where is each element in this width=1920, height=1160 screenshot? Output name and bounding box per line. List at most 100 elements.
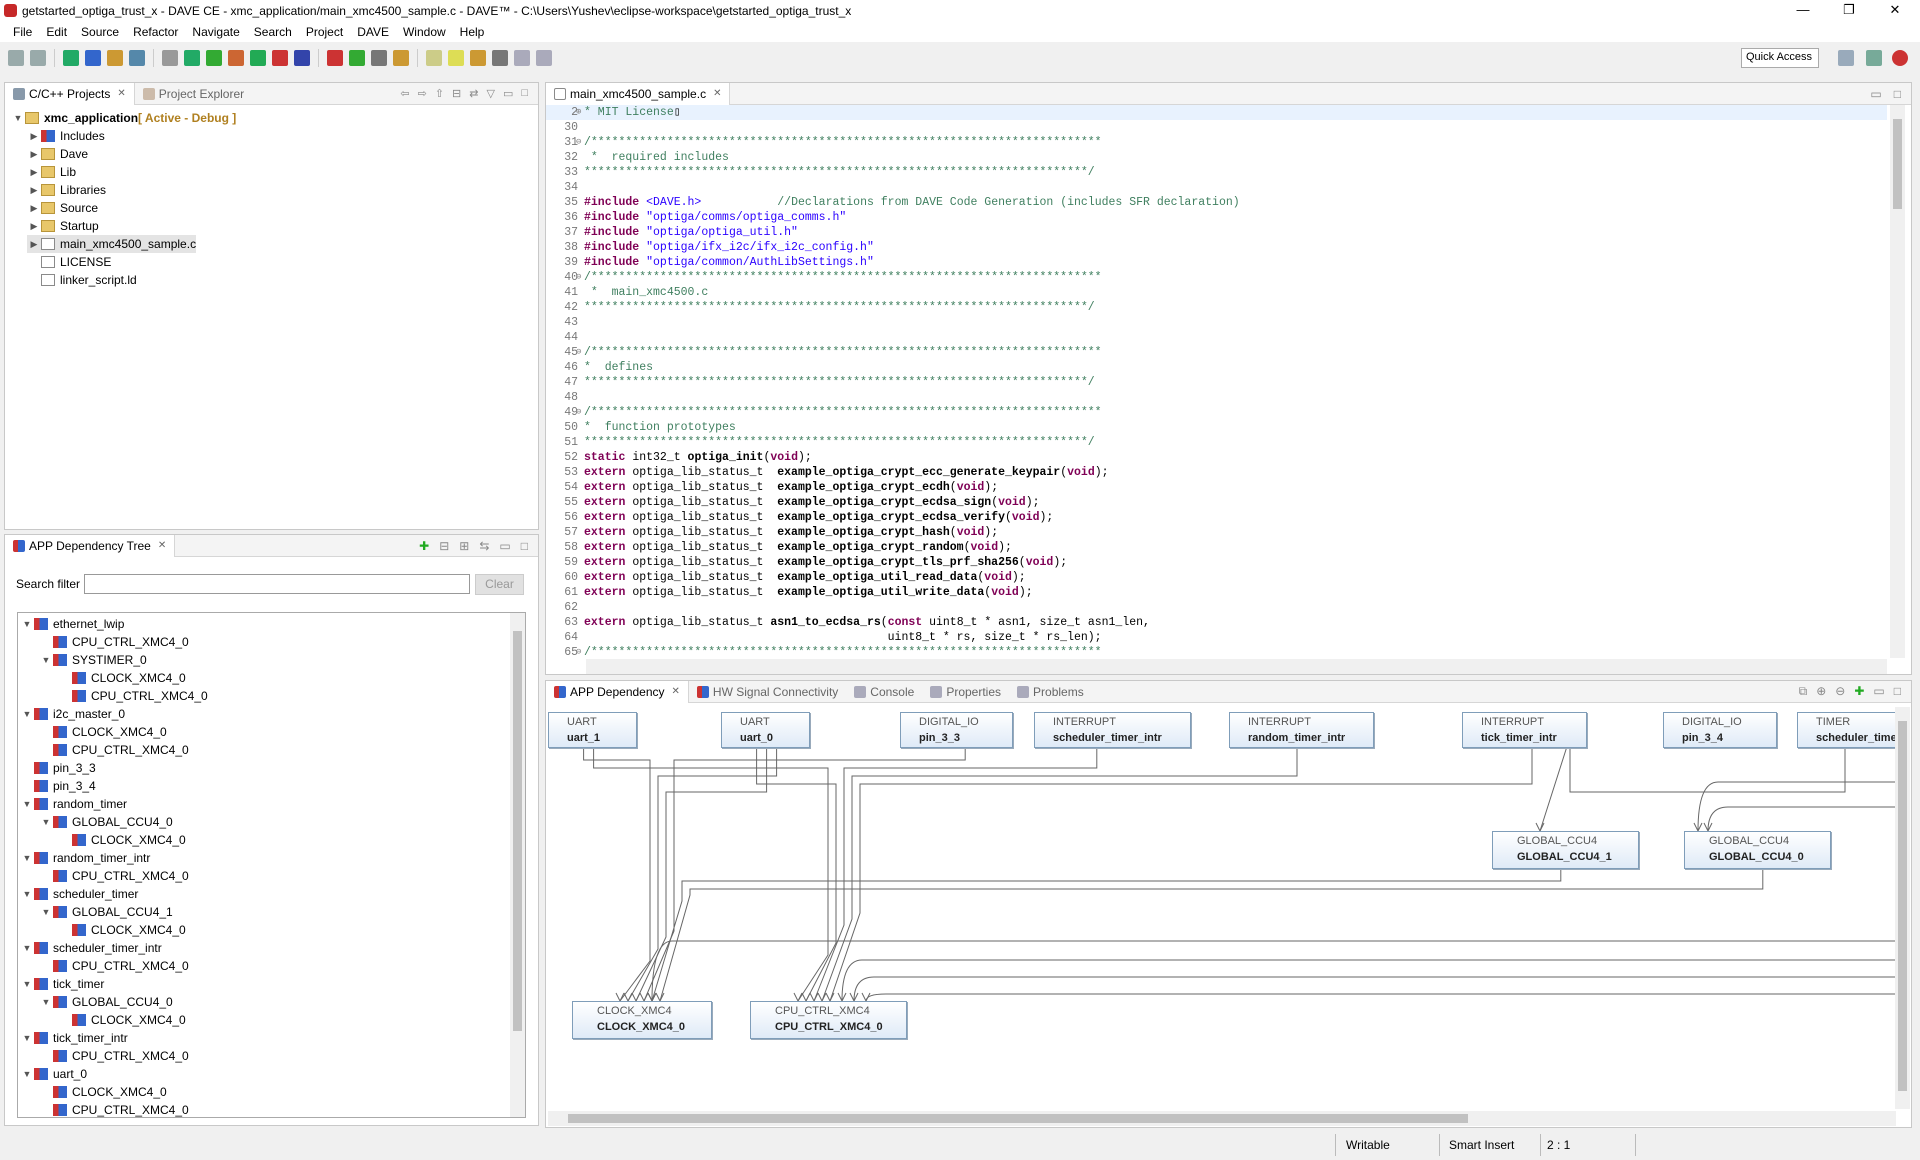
code-line[interactable]: 40 ⊖/************************************… (546, 270, 1887, 285)
code-line[interactable]: 46 * defines (546, 360, 1887, 375)
menu-navigate[interactable]: Navigate (185, 25, 246, 39)
code-line[interactable]: 65 ⊖/************************************… (546, 645, 1887, 658)
app-tree-item[interactable]: CPU_CTRL_XMC4_0 (39, 633, 189, 651)
tab-hw-signal-connectivity[interactable]: HW Signal Connectivity (689, 681, 846, 703)
app-tree-item[interactable]: CPU_CTRL_XMC4_0 (39, 1047, 189, 1065)
project-tree-item[interactable]: ▶ Source (27, 199, 99, 217)
app-tree-item[interactable]: ▼ random_timer (20, 795, 128, 813)
tree-scrollbar[interactable] (510, 613, 525, 1117)
layout-icon[interactable]: ⧉ (1799, 684, 1808, 699)
chevron-down-icon[interactable]: ▼ (39, 993, 53, 1011)
code-line[interactable]: 38 #include "optiga/ifx_i2c/ifx_i2c_confi… (546, 240, 1887, 255)
chevron-down-icon[interactable]: ▼ (11, 109, 25, 127)
menu-window[interactable]: Window (396, 25, 453, 39)
toolbar-button-icon[interactable] (85, 50, 101, 66)
code-editor[interactable]: 2 ⊕ * MIT License▯ 30 31 ⊖/******************… (546, 105, 1887, 658)
app-tree-item[interactable]: ▼ tick_timer (20, 975, 105, 993)
app-tree-item[interactable]: ▼ GLOBAL_CCU4_0 (39, 813, 173, 831)
code-line[interactable]: 56 extern optiga_lib_status_t example_opt… (546, 510, 1887, 525)
forward-icon[interactable]: ⇨ (418, 87, 427, 100)
tab-properties[interactable]: Properties (922, 681, 1009, 703)
minimize-view-icon[interactable]: ▭ (503, 87, 513, 100)
toolbar-button-icon[interactable] (514, 50, 530, 66)
code-line[interactable]: 37 #include "optiga/optiga_util.h" (546, 225, 1887, 240)
link-icon[interactable]: ⇆ (479, 539, 489, 553)
diagram-vertical-scrollbar[interactable] (1895, 707, 1910, 1109)
code-line[interactable]: 2 ⊕ * MIT License▯ (546, 105, 1887, 120)
chevron-right-icon[interactable]: ▶ (27, 145, 41, 163)
code-line[interactable]: 64 uint8_t * rs, size_t * rs_len); (546, 630, 1887, 645)
app-tree-item[interactable]: CPU_CTRL_XMC4_0 (39, 1101, 189, 1117)
code-line[interactable]: 33 **************************************… (546, 165, 1887, 180)
project-tree-item[interactable]: ▶ Startup (27, 217, 99, 235)
code-line[interactable]: 60 extern optiga_lib_status_t example_opt… (546, 570, 1887, 585)
toolbar-button-icon[interactable] (63, 50, 79, 66)
app-tree-item[interactable]: ▼ GLOBAL_CCU4_0 (39, 993, 173, 1011)
fold-collapse-icon[interactable]: ⊖ (576, 270, 581, 285)
toolbar-button-icon[interactable] (393, 50, 409, 66)
app-node-global-ccu4-1[interactable]: GLOBAL_CCU4 GLOBAL_CCU4_1 (1492, 831, 1639, 869)
app-tree-item[interactable]: CPU_CTRL_XMC4_0 (58, 687, 208, 705)
chevron-down-icon[interactable]: ▼ (20, 975, 34, 993)
code-line[interactable]: 44 (546, 330, 1887, 345)
toolbar-button-icon[interactable] (107, 50, 123, 66)
c-cpp-perspective-icon[interactable] (1866, 50, 1882, 66)
toolbar-button-icon[interactable] (492, 50, 508, 66)
tab-problems[interactable]: Problems (1009, 681, 1092, 703)
project-tree-item[interactable]: ▶ main_xmc4500_sample.c (27, 235, 197, 253)
app-node-pin-3-3[interactable]: DIGITAL_IO pin_3_3 (900, 712, 1013, 748)
project-tree-item[interactable]: ▶ Lib (27, 163, 76, 181)
chevron-down-icon[interactable]: ▼ (20, 795, 34, 813)
app-node-cpu-ctrl-xmc4-0[interactable]: CPU_CTRL_XMC4 CPU_CTRL_XMC4_0 (750, 1001, 907, 1039)
chevron-down-icon[interactable]: ▼ (20, 939, 34, 957)
menu-help[interactable]: Help (453, 25, 492, 39)
code-line[interactable]: 41 * main_xmc4500.c (546, 285, 1887, 300)
app-tree-item[interactable]: ▼ scheduler_timer (20, 885, 139, 903)
app-tree-item[interactable]: ▼ tick_timer_intr (20, 1029, 128, 1047)
code-line[interactable]: 39 #include "optiga/common/AuthLibSetting… (546, 255, 1887, 270)
app-tree-item[interactable]: CPU_CTRL_XMC4_0 (39, 867, 189, 885)
chevron-right-icon[interactable]: ▶ (27, 127, 41, 145)
code-line[interactable]: 31 ⊖/************************************… (546, 135, 1887, 150)
app-tree-item[interactable]: ▼ ethernet_lwip (20, 615, 125, 633)
code-line[interactable]: 34 (546, 180, 1887, 195)
code-line[interactable]: 53 extern optiga_lib_status_t example_opt… (546, 465, 1887, 480)
chevron-right-icon[interactable]: ▶ (27, 235, 41, 253)
toolbar-button-icon[interactable] (294, 50, 310, 66)
code-line[interactable]: 50 * function prototypes (546, 420, 1887, 435)
minimize-view-icon[interactable]: ▭ (1873, 684, 1884, 699)
code-line[interactable]: 49 ⊖/************************************… (546, 405, 1887, 420)
chevron-down-icon[interactable]: ▼ (39, 813, 53, 831)
code-line[interactable]: 62 (546, 600, 1887, 615)
code-line[interactable]: 45 ⊖/************************************… (546, 345, 1887, 360)
chevron-right-icon[interactable]: ▶ (27, 163, 41, 181)
tab-cpp-projects[interactable]: C/C++ Projects ✕ (5, 82, 135, 105)
zoom-in-icon[interactable]: ⊕ (1816, 684, 1826, 699)
up-icon[interactable]: ⇧ (435, 87, 444, 100)
close-icon[interactable]: ✕ (672, 686, 680, 697)
code-line[interactable]: 59 extern optiga_lib_status_t example_opt… (546, 555, 1887, 570)
app-tree-item[interactable]: ▼ uart_0 (20, 1065, 88, 1083)
project-tree-item[interactable]: linker_script.ld (27, 271, 137, 289)
maximize-view-icon[interactable]: □ (521, 539, 528, 553)
menu-refactor[interactable]: Refactor (126, 25, 185, 39)
chevron-down-icon[interactable]: ▼ (20, 705, 34, 723)
chevron-down-icon[interactable]: ▼ (20, 885, 34, 903)
collapse-all-icon[interactable]: ⊟ (452, 87, 461, 100)
code-line[interactable]: 42 **************************************… (546, 300, 1887, 315)
app-node-global-ccu4-0[interactable]: GLOBAL_CCU4 GLOBAL_CCU4_0 (1684, 831, 1831, 869)
quick-access-field[interactable]: Quick Access (1741, 48, 1819, 68)
expand-all-icon[interactable]: ⊞ (459, 539, 469, 553)
code-line[interactable]: 57 extern optiga_lib_status_t example_opt… (546, 525, 1887, 540)
code-line[interactable]: 55 extern optiga_lib_status_t example_opt… (546, 495, 1887, 510)
project-tree-item[interactable]: ▼ xmc_application [ Active - Debug ] (11, 109, 237, 127)
minimize-button[interactable]: — (1780, 0, 1826, 22)
app-tree-item[interactable]: CLOCK_XMC4_0 (39, 723, 167, 741)
toolbar-button-icon[interactable] (470, 50, 486, 66)
app-tree-item[interactable]: pin_3_4 (20, 777, 96, 795)
chevron-down-icon[interactable]: ▼ (20, 1065, 34, 1083)
back-icon[interactable]: ⇦ (400, 87, 409, 100)
tab-console[interactable]: Console (846, 681, 922, 703)
maximize-button[interactable]: ❐ (1826, 0, 1872, 22)
code-line[interactable]: 35 #include <DAVE.h> //Declarations from … (546, 195, 1887, 210)
